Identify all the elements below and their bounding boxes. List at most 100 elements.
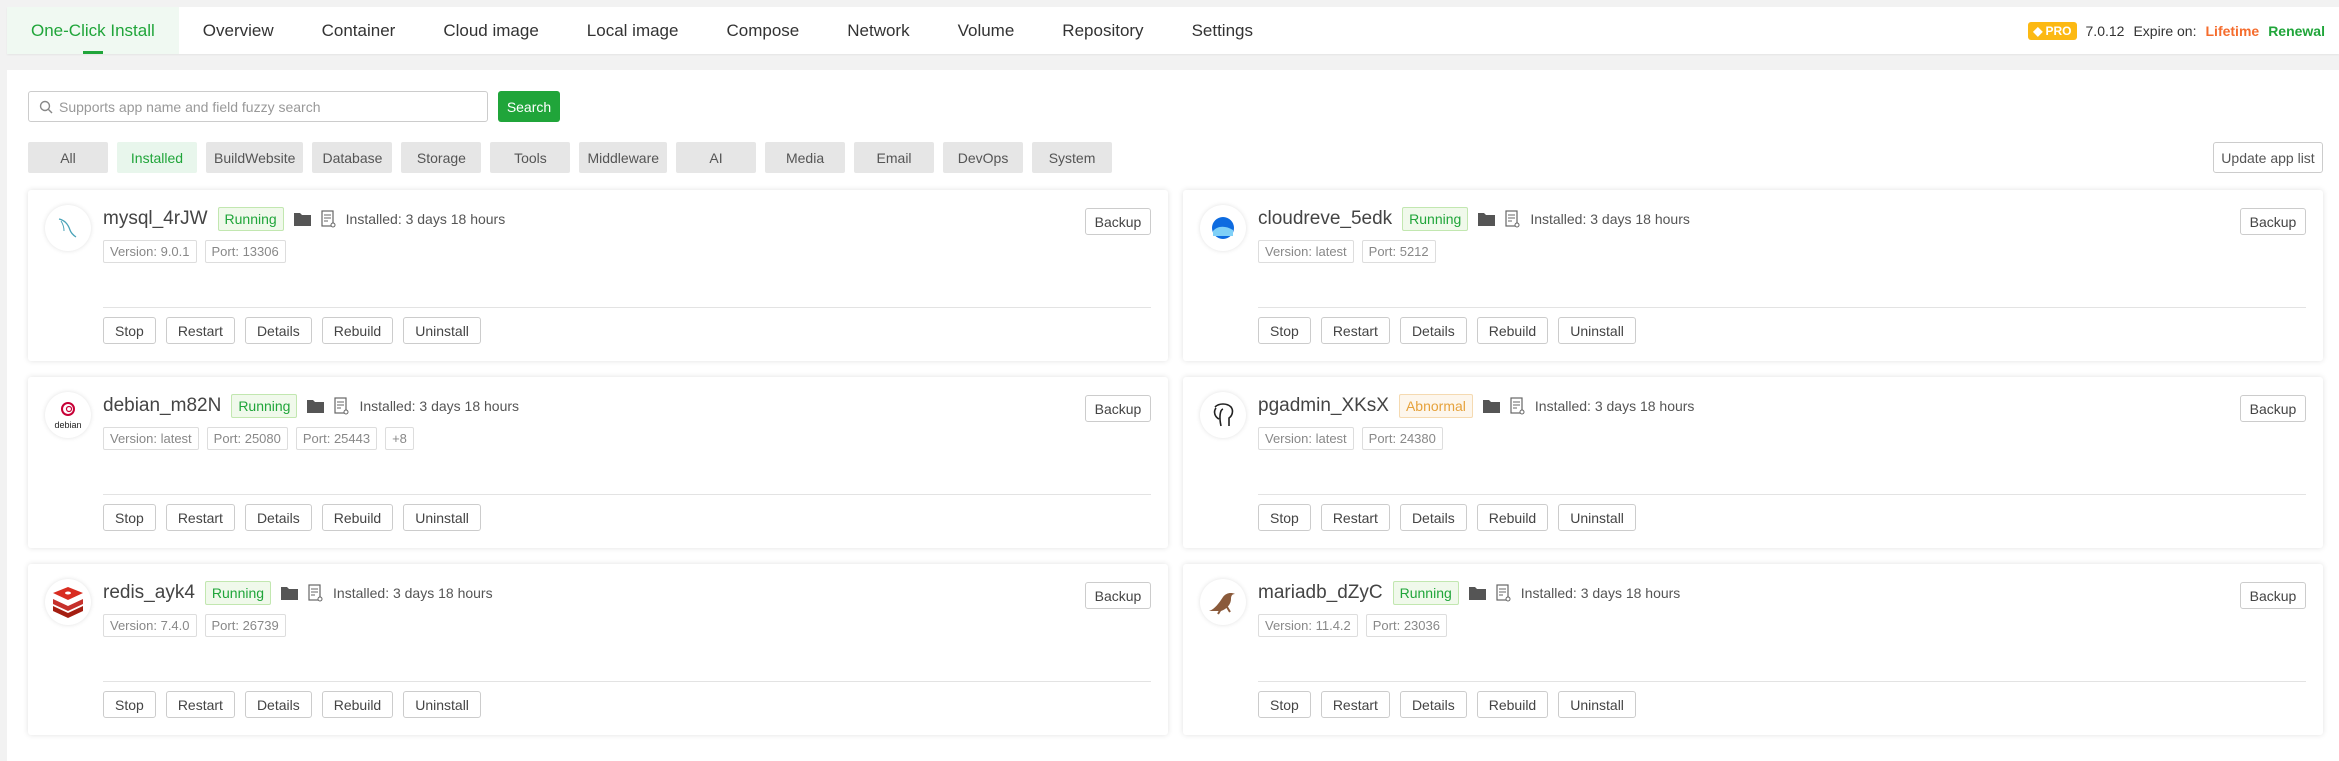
- app-tags: Version: latest Port: 24380: [1258, 427, 1443, 450]
- tab-settings[interactable]: Settings: [1168, 7, 1277, 54]
- installed-time: Installed: 3 days 18 hours: [333, 585, 493, 601]
- category-all[interactable]: All: [28, 142, 108, 173]
- version-tag: Version: 9.0.1: [103, 240, 197, 263]
- log-file-icon[interactable]: [334, 397, 349, 415]
- log-file-icon[interactable]: [321, 210, 336, 228]
- details-button[interactable]: Details: [1399, 317, 1467, 344]
- details-button[interactable]: Details: [1399, 504, 1467, 531]
- port-tag: Port: 23036: [1365, 614, 1447, 637]
- backup-button[interactable]: Backup: [2240, 208, 2306, 235]
- renewal-link[interactable]: Renewal: [2268, 23, 2325, 39]
- app-actions: Stop Restart Details Rebuild Uninstall: [1258, 504, 1636, 531]
- stop-button[interactable]: Stop: [103, 691, 156, 718]
- category-system[interactable]: System: [1032, 142, 1113, 173]
- backup-button[interactable]: Backup: [1085, 582, 1151, 609]
- details-button[interactable]: Details: [1399, 691, 1467, 718]
- restart-button[interactable]: Restart: [1320, 317, 1390, 344]
- app-tags: Version: latest Port: 25080 Port: 25443 +8: [103, 427, 414, 450]
- app-header: debian_m82N Running Installed: 3 days 18…: [103, 394, 519, 418]
- backup-button[interactable]: Backup: [2240, 395, 2306, 422]
- version-tag: Version: 7.4.0: [103, 614, 197, 637]
- app-header: cloudreve_5edk Running Installed: 3 days…: [1258, 207, 1690, 231]
- update-app-list-button[interactable]: Update app list: [2213, 142, 2323, 173]
- tab-one-click-install[interactable]: One-Click Install: [7, 7, 179, 54]
- search-input[interactable]: [59, 98, 487, 115]
- tab-network[interactable]: Network: [823, 7, 933, 54]
- installed-time: Installed: 3 days 18 hours: [1520, 585, 1681, 601]
- category-buildwebsite[interactable]: BuildWebsite: [206, 142, 304, 173]
- more-ports-tag[interactable]: +8: [385, 427, 414, 450]
- tab-volume[interactable]: Volume: [934, 7, 1039, 54]
- stop-button[interactable]: Stop: [1258, 504, 1311, 531]
- uninstall-button[interactable]: Uninstall: [403, 691, 481, 718]
- app-card: mariadb_dZyC Running Installed: 3 days 1…: [1183, 564, 2323, 735]
- cloudreve-icon: [1200, 205, 1246, 251]
- svg-text:debian: debian: [54, 420, 81, 430]
- uninstall-button[interactable]: Uninstall: [403, 317, 481, 344]
- app-card: cloudreve_5edk Running Installed: 3 days…: [1183, 190, 2323, 361]
- tab-compose[interactable]: Compose: [702, 7, 823, 54]
- stop-button[interactable]: Stop: [1258, 691, 1311, 718]
- restart-button[interactable]: Restart: [1320, 691, 1390, 718]
- category-devops[interactable]: DevOps: [943, 142, 1024, 173]
- folder-icon[interactable]: [281, 586, 299, 600]
- folder-icon[interactable]: [1478, 212, 1496, 226]
- restart-button[interactable]: Restart: [165, 504, 235, 531]
- backup-button[interactable]: Backup: [1085, 395, 1151, 422]
- divider: [1258, 307, 2306, 308]
- details-button[interactable]: Details: [244, 317, 312, 344]
- rebuild-button[interactable]: Rebuild: [321, 504, 394, 531]
- category-middleware[interactable]: Middleware: [579, 142, 668, 173]
- rebuild-button[interactable]: Rebuild: [1476, 317, 1549, 344]
- backup-button[interactable]: Backup: [2240, 582, 2306, 609]
- restart-button[interactable]: Restart: [165, 317, 235, 344]
- category-media[interactable]: Media: [765, 142, 846, 173]
- app-card: pgadmin_XKsX Abnormal Installed: 3 days …: [1183, 377, 2323, 548]
- log-file-icon[interactable]: [1505, 210, 1520, 228]
- status-badge: Running: [217, 207, 284, 231]
- tab-container[interactable]: Container: [298, 7, 420, 54]
- category-installed[interactable]: Installed: [117, 142, 197, 173]
- category-database[interactable]: Database: [312, 142, 393, 173]
- rebuild-button[interactable]: Rebuild: [321, 317, 394, 344]
- log-file-icon[interactable]: [1496, 584, 1511, 602]
- folder-icon[interactable]: [307, 399, 325, 413]
- category-email[interactable]: Email: [854, 142, 935, 173]
- tab-cloud-image[interactable]: Cloud image: [419, 7, 562, 54]
- rebuild-button[interactable]: Rebuild: [1476, 691, 1549, 718]
- app-header: mysql_4rJW Running Installed: 3 days 18 …: [103, 207, 505, 231]
- uninstall-button[interactable]: Uninstall: [403, 504, 481, 531]
- rebuild-button[interactable]: Rebuild: [1476, 504, 1549, 531]
- restart-button[interactable]: Restart: [1320, 504, 1390, 531]
- category-storage[interactable]: Storage: [401, 142, 482, 173]
- stop-button[interactable]: Stop: [103, 504, 156, 531]
- rebuild-button[interactable]: Rebuild: [321, 691, 394, 718]
- uninstall-button[interactable]: Uninstall: [1558, 691, 1636, 718]
- debian-icon: debian: [45, 392, 91, 438]
- tab-overview[interactable]: Overview: [179, 7, 298, 54]
- category-tools[interactable]: Tools: [490, 142, 571, 173]
- log-file-icon[interactable]: [1510, 397, 1525, 415]
- pro-badge: ◆ PRO: [2028, 21, 2077, 40]
- uninstall-button[interactable]: Uninstall: [1558, 317, 1636, 344]
- app-actions: Stop Restart Details Rebuild Uninstall: [103, 691, 481, 718]
- tab-local-image[interactable]: Local image: [563, 7, 703, 54]
- folder-icon[interactable]: [293, 212, 311, 226]
- log-file-icon[interactable]: [308, 584, 323, 602]
- details-button[interactable]: Details: [244, 691, 312, 718]
- tab-repository[interactable]: Repository: [1038, 7, 1167, 54]
- restart-button[interactable]: Restart: [165, 691, 235, 718]
- category-ai[interactable]: AI: [676, 142, 757, 173]
- app-name: redis_ayk4: [103, 582, 195, 603]
- folder-icon[interactable]: [1468, 586, 1486, 600]
- search-button[interactable]: Search: [498, 91, 560, 122]
- stop-button[interactable]: Stop: [103, 317, 156, 344]
- app-name: debian_m82N: [103, 395, 222, 416]
- status-badge: Abnormal: [1398, 394, 1473, 418]
- uninstall-button[interactable]: Uninstall: [1558, 504, 1636, 531]
- backup-button[interactable]: Backup: [1085, 208, 1151, 235]
- details-button[interactable]: Details: [244, 504, 312, 531]
- folder-icon[interactable]: [1482, 399, 1500, 413]
- stop-button[interactable]: Stop: [1258, 317, 1311, 344]
- postgres-elephant-icon: [1200, 392, 1246, 438]
